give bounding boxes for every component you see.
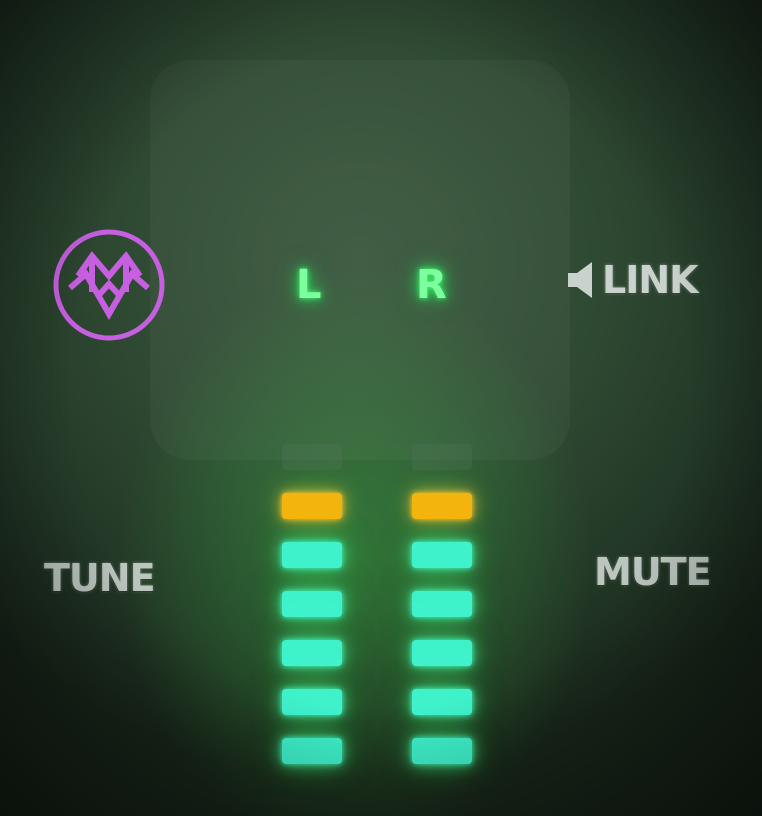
panel-sheen (150, 60, 570, 460)
right-meter-segment-2 (412, 689, 472, 715)
right-meter-segment-7 (412, 444, 472, 470)
speaker-icon (568, 262, 592, 298)
right-meter-segment-4 (412, 591, 472, 617)
right-channel-label: R (416, 262, 447, 308)
left-meter-segment-1 (282, 738, 342, 764)
left-level-meter (278, 444, 348, 780)
left-meter-segment-4 (282, 591, 342, 617)
left-channel-label: L (296, 262, 322, 308)
right-level-meter (408, 444, 478, 780)
right-meter-segment-1 (412, 738, 472, 764)
right-meter-segment-5 (412, 542, 472, 568)
mv-monogram-logo[interactable] (48, 226, 170, 344)
panel-vignette (0, 0, 762, 816)
link-label: LINK (602, 258, 699, 302)
right-meter-segment-3 (412, 640, 472, 666)
right-meter-segment-6 (412, 493, 472, 519)
left-meter-segment-5 (282, 542, 342, 568)
left-meter-segment-6 (282, 493, 342, 519)
link-button[interactable]: LINK (566, 258, 699, 302)
left-meter-segment-7 (282, 444, 342, 470)
mute-button[interactable]: MUTE (594, 550, 712, 594)
logo-icon (53, 229, 165, 341)
control-panel: L R LINK TUNE MUTE (0, 0, 762, 816)
tune-button[interactable]: TUNE (44, 556, 156, 600)
left-meter-segment-2 (282, 689, 342, 715)
left-meter-segment-3 (282, 640, 342, 666)
